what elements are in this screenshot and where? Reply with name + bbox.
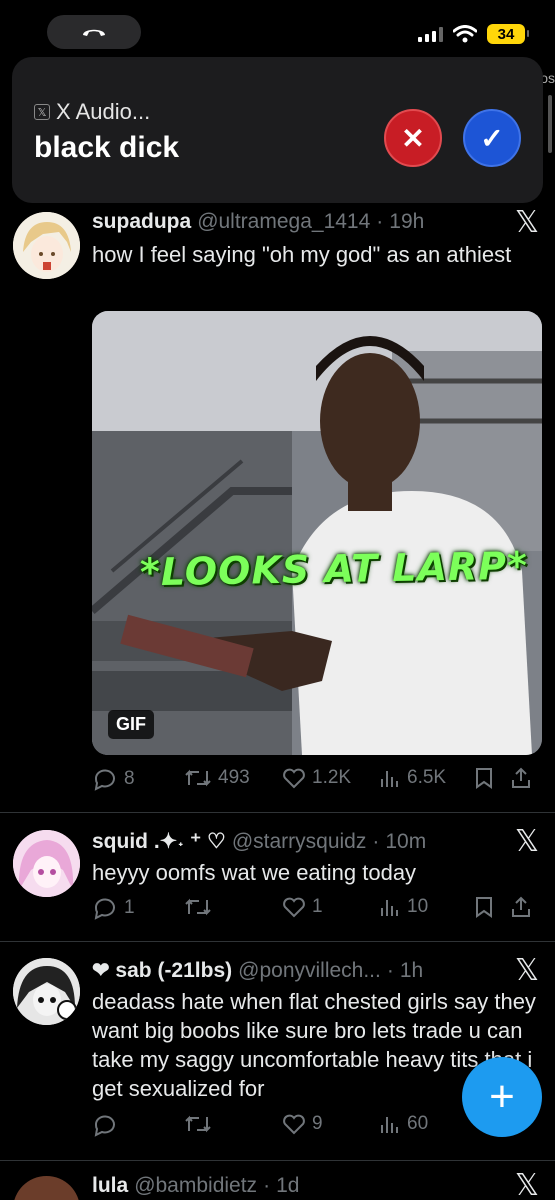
accept-button[interactable]: ✓ (463, 109, 521, 167)
user-handle[interactable]: @bambidietz (134, 1174, 257, 1198)
x-logo-icon: 𝕏 (514, 1168, 539, 1200)
checkmark-icon: ✓ (480, 122, 504, 154)
plus-icon: + (489, 1072, 515, 1121)
avatar[interactable] (13, 1176, 80, 1200)
notification-title: black dick (34, 131, 180, 164)
close-icon: ✕ (401, 122, 425, 154)
notification-banner[interactable]: 𝕏 X Audio... black dick ✕ ✓ (12, 57, 543, 203)
compose-button[interactable]: + (462, 1057, 542, 1137)
notification-app: 𝕏 X Audio... (34, 99, 150, 125)
timestamp[interactable]: 1d (276, 1174, 299, 1198)
notification-app-name: X Audio... (56, 99, 151, 124)
tweet-header: lula @bambidietz · 1d (92, 1174, 300, 1198)
decline-button[interactable]: ✕ (384, 109, 442, 167)
display-name[interactable]: lula (92, 1174, 128, 1198)
x-app-icon: 𝕏 (34, 104, 50, 120)
